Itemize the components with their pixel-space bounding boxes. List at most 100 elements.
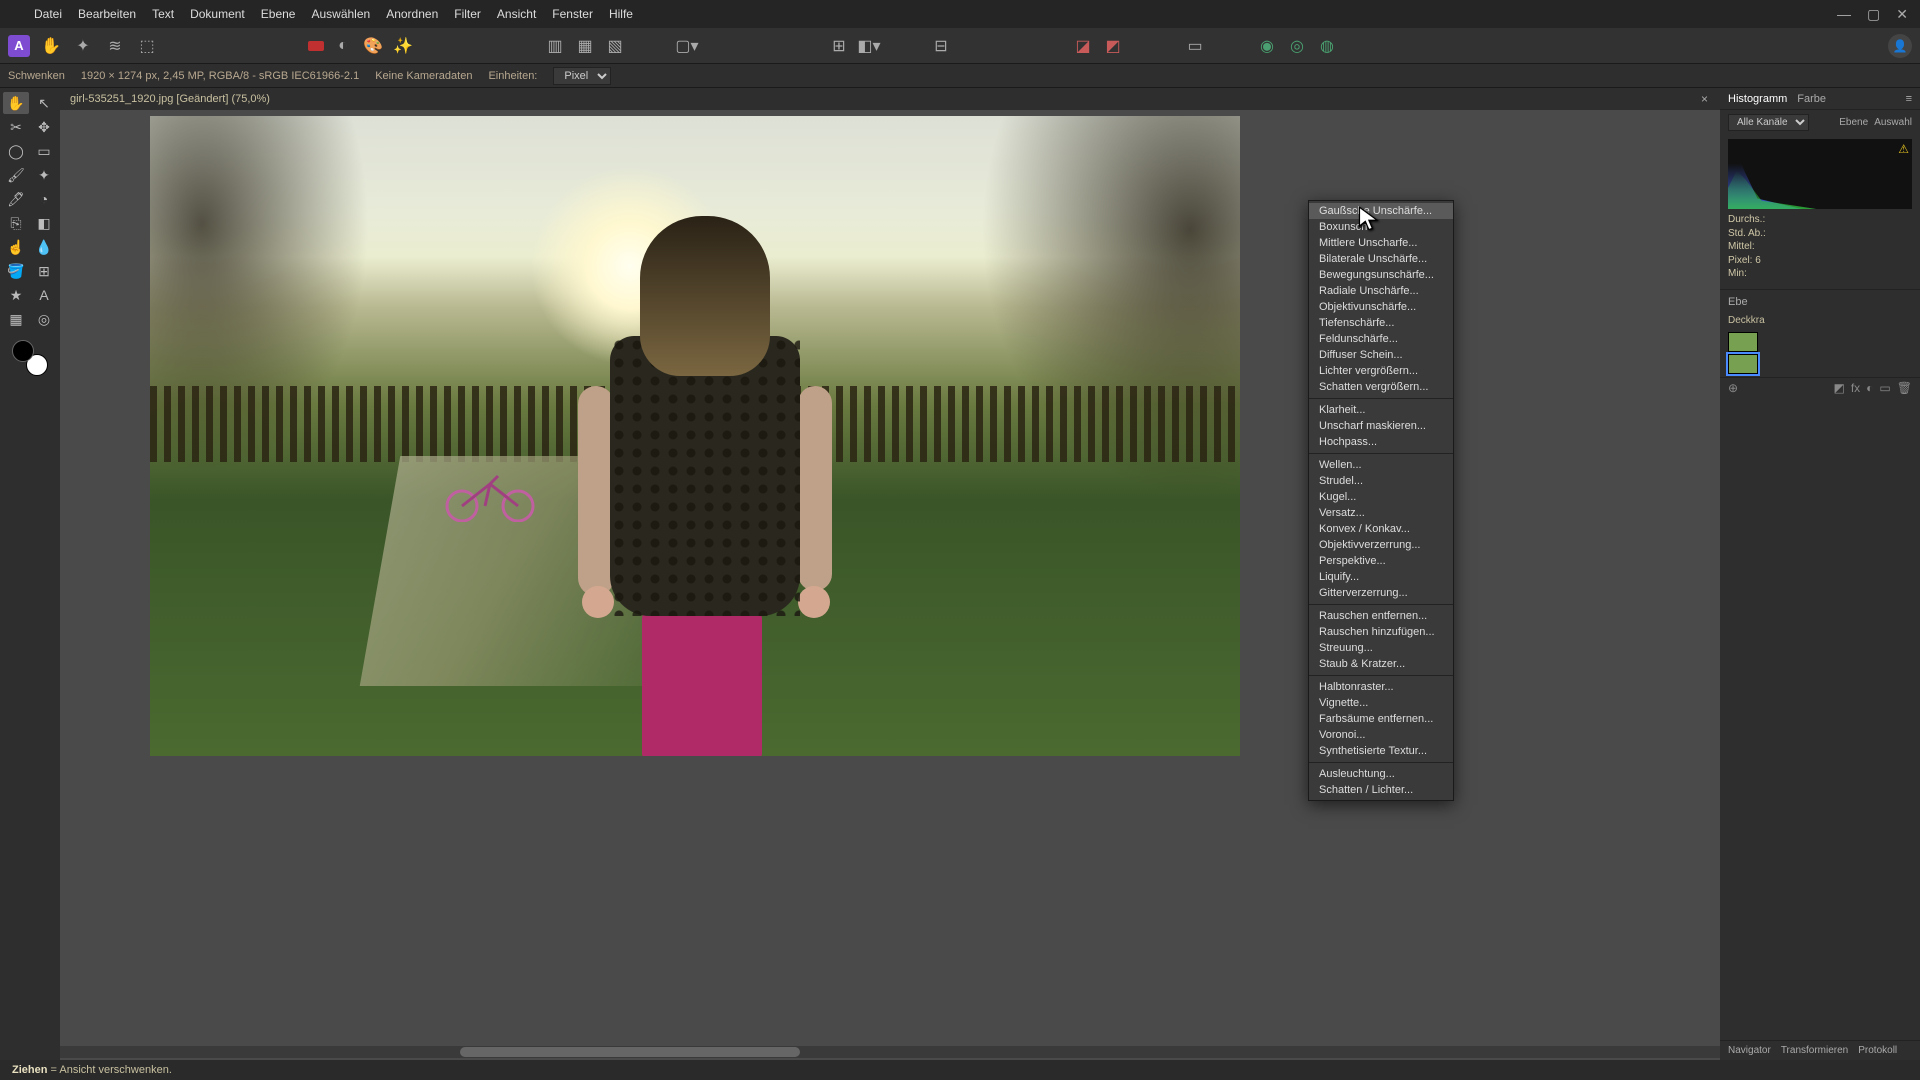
filter-menu-item[interactable]: Halbtonraster... [1309,679,1453,695]
menu-fenster[interactable]: Fenster [552,7,593,21]
layer-mask-icon[interactable]: ◩ [1833,381,1844,395]
tool-star[interactable]: ★ [3,284,29,306]
window-close-icon[interactable]: ✕ [1896,6,1908,23]
panel-tab-histogramm[interactable]: Histogramm [1728,93,1787,105]
filter-menu-item[interactable]: Lichter vergrößern... [1309,363,1453,379]
filter-menu-item[interactable]: Rauschen hinzufügen... [1309,624,1453,640]
tool-brush[interactable]: 🖌 [3,164,29,186]
panel-menu-icon[interactable]: ≡ [1906,93,1912,105]
menu-datei[interactable]: Datei [34,7,62,21]
tool-wand[interactable]: ✦ [31,164,57,186]
menu-ebene[interactable]: Ebene [261,7,296,21]
filter-menu-item[interactable]: Staub & Kratzer... [1309,656,1453,672]
panel-tab-transformieren[interactable]: Transformieren [1781,1045,1848,1056]
align-left-icon[interactable]: ▥ [544,35,566,57]
cloud-sync-b-icon[interactable]: ◎ [1286,35,1308,57]
tool-hand[interactable]: ✋ [3,92,29,114]
tool-pen[interactable]: 🖊 [3,188,29,210]
menu-dokument[interactable]: Dokument [190,7,245,21]
filter-menu-item[interactable]: Radiale Unschärfe... [1309,283,1453,299]
filter-menu-item[interactable]: Wellen... [1309,457,1453,473]
menu-auswaehlen[interactable]: Auswählen [311,7,370,21]
tool-mesh[interactable]: ⊞ [31,260,57,282]
tool-clone[interactable]: ⎘ [3,212,29,234]
filter-menu-item[interactable]: Vignette... [1309,695,1453,711]
layer-group-icon[interactable]: ▭ [1879,381,1890,395]
tool-grid[interactable]: ▦ [3,308,29,330]
document-tab-title[interactable]: girl-535251_1920.jpg [Geändert] (75,0%) [70,93,270,105]
layer-add-icon[interactable]: ⊕ [1728,381,1738,395]
filter-menu-item[interactable]: Boxunsch [1309,219,1453,235]
toolbar-palette-icon[interactable]: 🎨 [362,35,384,57]
filter-menu-item[interactable]: Bilaterale Unschärfe... [1309,251,1453,267]
filter-menu-item[interactable]: Rauschen entfernen... [1309,608,1453,624]
filter-menu-item[interactable]: Hochpass... [1309,434,1453,450]
canvas-h-scroll-thumb[interactable] [460,1047,800,1057]
tool-move[interactable]: ✥ [31,116,57,138]
filter-menu-item[interactable]: Bewegungsunschärfe... [1309,267,1453,283]
filter-menu-item[interactable]: Objektivunschärfe... [1309,299,1453,315]
swatch-foreground[interactable] [12,340,34,362]
panel-tab-ebenen-mini[interactable]: Ebe [1728,296,1748,308]
filter-menu-item[interactable]: Synthetisierte Textur... [1309,743,1453,759]
filter-menu-item[interactable]: Feldunschärfe... [1309,331,1453,347]
menu-text[interactable]: Text [152,7,174,21]
tool-lasso[interactable]: ◯ [3,140,29,162]
layers-toggle-icon[interactable]: ◧▾ [858,35,880,57]
tool-drop[interactable]: 💧 [31,236,57,258]
persona-liquify-icon[interactable]: ✦ [72,35,94,57]
filter-menu-item[interactable]: Gitterverzerrung... [1309,585,1453,601]
menu-bearbeiten[interactable]: Bearbeiten [78,7,136,21]
color-swatches[interactable] [12,340,48,376]
filter-menu-item[interactable]: Ausleuchtung... [1309,766,1453,782]
filter-menu-item[interactable]: Konvex / Konkav... [1309,521,1453,537]
align-center-icon[interactable]: ▦ [574,35,596,57]
canvas-stage[interactable] [60,110,1720,1060]
persona-photo-icon[interactable]: ✋ [40,35,62,57]
toolbar-brush-icon[interactable]: ◐ [332,35,354,57]
filter-menu-item[interactable]: Gaußsche Unschärfe... [1309,203,1453,219]
menu-anordnen[interactable]: Anordnen [386,7,438,21]
tool-bucket[interactable]: 🪣 [3,260,29,282]
tool-eraser[interactable]: ◧ [31,212,57,234]
filter-menu-item[interactable]: Liquify... [1309,569,1453,585]
filter-menu-item[interactable]: Schatten vergrößern... [1309,379,1453,395]
histogram-warning-icon[interactable]: ⚠ [1898,142,1909,156]
account-chip-icon[interactable]: ⊟ [930,35,952,57]
assistant-icon[interactable]: ⊞ [828,35,850,57]
filter-menu-item[interactable]: Streuung... [1309,640,1453,656]
cloud-sync-c-icon[interactable]: ◍ [1316,35,1338,57]
persona-develop-icon[interactable]: ≋ [104,35,126,57]
filter-menu-item[interactable]: Strudel... [1309,473,1453,489]
menu-filter[interactable]: Filter [454,7,481,21]
layer-delete-icon[interactable]: 🗑 [1897,381,1912,395]
panel-tab-protokoll[interactable]: Protokoll [1858,1045,1897,1056]
window-minimize-icon[interactable]: — [1837,6,1851,23]
filter-menu-item[interactable]: Schatten / Lichter... [1309,782,1453,798]
filter-menu-item[interactable]: Tiefenschärfe... [1309,315,1453,331]
snapping-icon[interactable]: ▢▾ [676,35,698,57]
filter-menu-item[interactable]: Mittlere Unscharfe... [1309,235,1453,251]
document-tab-close-icon[interactable]: × [1701,92,1708,106]
layer-fx-icon[interactable]: fx [1851,381,1860,395]
histogram-layer-button[interactable]: Ebene [1839,117,1868,128]
histogram-selection-button[interactable]: Auswahl [1874,117,1912,128]
menu-ansicht[interactable]: Ansicht [497,7,536,21]
color-chip-red[interactable] [308,41,324,51]
tool-pointer[interactable]: ↖ [31,92,57,114]
tool-blur[interactable]: ◔ [31,188,57,210]
filter-menu-item[interactable]: Versatz... [1309,505,1453,521]
tool-text[interactable]: A [31,284,57,306]
filter-menu-item[interactable]: Unscharf maskieren... [1309,418,1453,434]
window-maximize-icon[interactable]: ▢ [1867,6,1880,23]
filter-menu-item[interactable]: Objektivverzerrung... [1309,537,1453,553]
persona-export-icon[interactable]: ⬚ [136,35,158,57]
menu-hilfe[interactable]: Hilfe [609,7,633,21]
layer-row-1[interactable] [1728,332,1912,352]
filter-menu-item[interactable]: Klarheit... [1309,402,1453,418]
user-avatar[interactable]: 👤 [1888,34,1912,58]
units-select[interactable]: Pixel [553,67,611,85]
align-right-icon[interactable]: ▧ [604,35,626,57]
filter-menu-item[interactable]: Perspektive... [1309,553,1453,569]
stack-back-icon[interactable]: ◪ [1072,35,1094,57]
